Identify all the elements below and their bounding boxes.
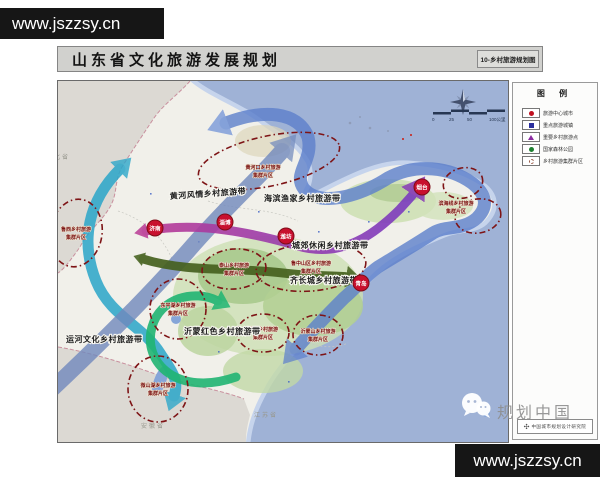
svg-text:东平湖乡村旅游: 东平湖乡村旅游 (160, 302, 195, 309)
svg-text:青岛: 青岛 (355, 280, 367, 288)
city-node-jinan: 济南 (146, 219, 164, 237)
svg-text:集群片区: 集群片区 (445, 208, 466, 215)
legend-symbol-box (522, 120, 540, 130)
blue-square-icon (528, 122, 534, 128)
map-frame: 黄河口乡村旅游 集群片区 鲁西乡村旅游 集群片区 东平湖乡村旅游 集群片区 泰山… (57, 80, 509, 443)
bottom-url-banner: www.jszzsy.cn (455, 444, 600, 477)
planning-map: 黄河口乡村旅游 集群片区 鲁西乡村旅游 集群片区 东平湖乡村旅游 集群片区 泰山… (58, 81, 508, 442)
green-circle-icon (528, 146, 534, 152)
city-node-yantai: 烟台 (413, 178, 431, 196)
legend-item-label: 重要乡村旅游点 (543, 134, 579, 141)
svg-text:河北省: 河北省 (58, 153, 70, 161)
svg-text:沂蒙山乡村旅游: 沂蒙山乡村旅游 (300, 328, 335, 335)
svg-text:集群片区: 集群片区 (223, 270, 244, 277)
svg-text:潍坊: 潍坊 (280, 233, 292, 241)
title-bar: 山东省文化旅游发展规划 10-乡村旅游规划图 (57, 46, 543, 72)
legend-item-label: 国家森林公园 (543, 146, 574, 153)
watermark-text: 规划中国 (497, 405, 574, 422)
svg-text:鲁中山区乡村旅游: 鲁中山区乡村旅游 (291, 260, 331, 267)
svg-text:安徽省: 安徽省 (141, 422, 165, 430)
wechat-icon (458, 390, 494, 427)
legend-item: 国家森林公园 (522, 143, 597, 155)
svg-text:集群片区: 集群片区 (307, 336, 328, 343)
legend-item: 乡村旅游集群片区 (522, 155, 597, 167)
svg-text:鲁西乡村旅游: 鲁西乡村旅游 (61, 226, 91, 233)
legend-symbol-box (522, 108, 540, 118)
institute-name: 中国城市规划设计研究院 (531, 423, 587, 429)
svg-text:集群片区: 集群片区 (65, 234, 86, 241)
svg-text:微山湖乡村旅游: 微山湖乡村旅游 (139, 382, 175, 389)
legend-item: 旅游中心城市 (522, 107, 597, 119)
svg-text:集群片区: 集群片区 (167, 310, 188, 317)
svg-text:泰山乡村旅游: 泰山乡村旅游 (218, 262, 249, 269)
city-node-weifang: 潍坊 (277, 227, 295, 245)
legend-symbol-box (522, 144, 540, 154)
city-node-zibo: 淄博 (216, 213, 234, 231)
legend-symbol-box (522, 156, 540, 166)
svg-text:滨海线乡村旅游: 滨海线乡村旅游 (438, 200, 473, 207)
legend-item: 重点旅游城镇 (522, 119, 597, 131)
legend-item: 重要乡村旅游点 (522, 131, 597, 143)
top-url-banner: www.jszzsy.cn (0, 8, 164, 39)
svg-text:25: 25 (449, 117, 455, 122)
svg-text:集群片区: 集群片区 (147, 390, 168, 397)
svg-text:运河文化乡村旅游带: 运河文化乡村旅游带 (66, 334, 143, 344)
legend-rows: 旅游中心城市 重点旅游城镇 重要乡村旅游点 国家森林公园 乡村旅游集群片区 (522, 107, 597, 167)
top-url-text: www.jszzsy.cn (12, 13, 121, 33)
legend-panel: 图 例 旅游中心城市 重点旅游城镇 重要乡村旅游点 国家森林公园 乡村旅游集群片… (512, 82, 598, 440)
svg-text:烟台: 烟台 (416, 184, 428, 192)
bottom-url-text: www.jszzsy.cn (473, 450, 582, 470)
legend-item-label: 乡村旅游集群片区 (543, 158, 584, 165)
figure-number-box: 10-乡村旅游规划图 (477, 50, 539, 68)
city-node-qingdao: 青岛 (352, 274, 370, 292)
svg-text:沂蒙红色乡村旅游带: 沂蒙红色乡村旅游带 (184, 326, 261, 336)
institute-logo-icon: ✣ (523, 423, 530, 431)
svg-text:淄博: 淄博 (219, 219, 231, 227)
svg-text:集群片区: 集群片区 (300, 268, 321, 275)
svg-text:100公里: 100公里 (489, 117, 506, 122)
legend-item-label: 旅游中心城市 (543, 110, 574, 117)
purple-triangle-icon (528, 134, 534, 140)
svg-text:齐长城乡村旅游带: 齐长城乡村旅游带 (289, 275, 358, 285)
svg-text:集群片区: 集群片区 (252, 172, 273, 179)
legend-title: 图 例 (536, 89, 574, 98)
red-circle-icon (528, 110, 534, 116)
svg-text:江苏省: 江苏省 (254, 411, 278, 419)
svg-text:50: 50 (467, 117, 473, 122)
legend-symbol-box (522, 132, 540, 142)
page-title: 山东省文化旅游发展规划 (72, 51, 282, 69)
legend-item-label: 重点旅游城镇 (543, 122, 574, 129)
svg-text:黄河口乡村旅游: 黄河口乡村旅游 (245, 164, 280, 171)
dashed-circle-icon (528, 158, 534, 164)
svg-text:海滨渔家乡村旅游带: 海滨渔家乡村旅游带 (264, 193, 341, 203)
page: www.jszzsy.cn 山东省文化旅游发展规划 10-乡村旅游规划图 黄河口… (0, 0, 600, 480)
svg-text:济南: 济南 (149, 225, 161, 233)
svg-text:城郊休闲乡村旅游带: 城郊休闲乡村旅游带 (292, 240, 369, 250)
